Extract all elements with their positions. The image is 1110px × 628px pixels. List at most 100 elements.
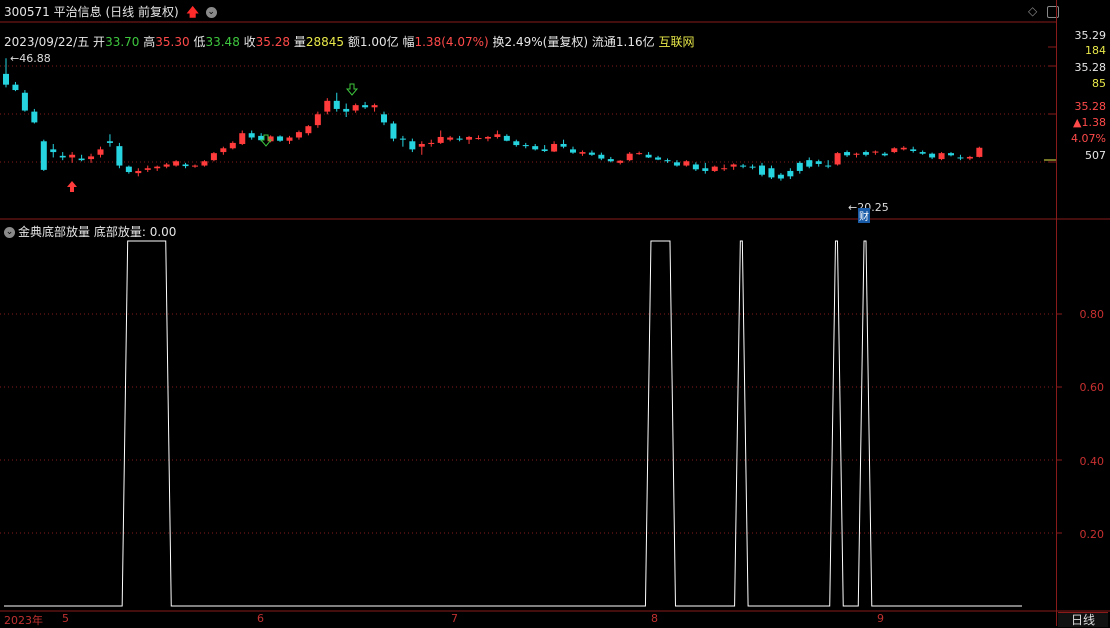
- candle-body: [560, 143, 567, 147]
- candle-body: [862, 152, 869, 155]
- candle-body: [409, 141, 416, 150]
- candle-body: [201, 161, 208, 166]
- period-tab[interactable]: 日线: [1058, 612, 1108, 627]
- candle-body: [607, 159, 614, 162]
- candle-body: [286, 137, 293, 141]
- indicator-line-label: 底部放量:: [93, 225, 146, 239]
- candle-body: [711, 166, 718, 171]
- candle-body: [135, 170, 142, 174]
- candle-body: [277, 136, 284, 141]
- ind-tick-2: 0.40: [1079, 455, 1105, 468]
- candle-body: [598, 154, 605, 159]
- sell-arrow-icon: [345, 83, 359, 96]
- indicator-name[interactable]: 金典底部放量: [18, 225, 90, 239]
- month-8: 8: [651, 612, 658, 625]
- candle-body: [910, 149, 917, 151]
- candle-body: [806, 160, 813, 167]
- candle-body: [919, 152, 926, 154]
- indicator-value: 0.00: [149, 225, 177, 239]
- candle-body: [702, 168, 709, 171]
- candle-body: [21, 92, 28, 111]
- candle-body: [900, 147, 907, 150]
- candle-body: [390, 123, 397, 139]
- axis-pct: 4.07%: [1071, 132, 1106, 145]
- candle-body: [106, 141, 113, 143]
- candle-body: [229, 142, 236, 149]
- month-6: 6: [257, 612, 264, 625]
- candle-body: [437, 136, 444, 143]
- axis-vol-top: 184: [1085, 44, 1106, 57]
- candle-body: [220, 148, 227, 153]
- candle-body: [740, 165, 747, 167]
- candle-body: [88, 156, 95, 160]
- candle-body: [362, 105, 369, 108]
- ind-tick-0: 0.80: [1079, 308, 1105, 321]
- candle-body: [210, 153, 217, 161]
- candle-body: [503, 135, 510, 141]
- axis-vol-2: 85: [1092, 77, 1106, 90]
- ind-tick-1: 0.60: [1079, 381, 1105, 394]
- candle-body: [721, 168, 728, 170]
- kline-chart[interactable]: [0, 0, 1110, 626]
- indicator-dropdown-icon[interactable]: ⌄: [4, 227, 15, 238]
- high-mark-label: ←46.88: [10, 52, 51, 65]
- candle-body: [371, 105, 378, 108]
- candle-body: [749, 166, 756, 168]
- finance-badge[interactable]: 财: [858, 208, 870, 223]
- candle-body: [551, 143, 558, 152]
- candle-body: [3, 73, 9, 85]
- candle-body: [456, 138, 463, 140]
- buy-arrow-icon: [67, 181, 77, 192]
- candle-body: [570, 149, 576, 153]
- candle-body: [154, 166, 161, 169]
- month-5: 5: [62, 612, 69, 625]
- candle-body: [305, 126, 312, 134]
- candle-body: [645, 154, 652, 158]
- candle-body: [97, 149, 104, 155]
- candle-body: [50, 149, 57, 153]
- candle-body: [617, 160, 624, 163]
- ind-tick-3: 0.20: [1079, 528, 1105, 541]
- axis-change: ▲1.38: [1073, 116, 1106, 129]
- candle-body: [381, 114, 387, 123]
- axis-price-3: 35.28: [1074, 100, 1107, 113]
- candle-body: [683, 161, 690, 166]
- candle-body: [144, 168, 151, 170]
- candle-body: [768, 168, 775, 178]
- candle-body: [324, 100, 331, 112]
- axis-price-2: 35.28: [1074, 61, 1107, 74]
- candle-body: [192, 165, 198, 167]
- candle-body: [787, 170, 794, 177]
- candle-body: [929, 153, 936, 158]
- candle-body: [759, 165, 765, 175]
- candle-body: [692, 164, 699, 170]
- candle-body: [428, 142, 435, 144]
- candle-body: [248, 133, 255, 138]
- candle-body: [295, 132, 302, 138]
- axis-price-top: 35.29: [1074, 29, 1107, 42]
- candle-body: [881, 153, 888, 156]
- candle-body: [333, 100, 340, 109]
- candle-body: [418, 143, 425, 147]
- candle-body: [655, 157, 662, 160]
- candle-body: [834, 153, 841, 165]
- candle-body: [976, 147, 983, 157]
- candle-body: [31, 111, 38, 123]
- candle-body: [116, 146, 123, 166]
- candle-body: [173, 161, 180, 166]
- candle-body: [466, 136, 473, 140]
- candle-body: [475, 138, 482, 140]
- candle-body: [957, 157, 964, 159]
- candle-body: [844, 152, 851, 156]
- candle-body: [730, 164, 737, 167]
- candle-body: [966, 156, 973, 159]
- candle-body: [12, 84, 19, 91]
- month-9: 9: [877, 612, 884, 625]
- candle-body: [825, 165, 832, 167]
- candle-body: [494, 134, 501, 137]
- candle-body: [532, 146, 539, 150]
- candle-body: [891, 148, 898, 153]
- candle-body: [664, 160, 671, 162]
- candle-body: [69, 154, 76, 158]
- candle-body: [239, 133, 246, 144]
